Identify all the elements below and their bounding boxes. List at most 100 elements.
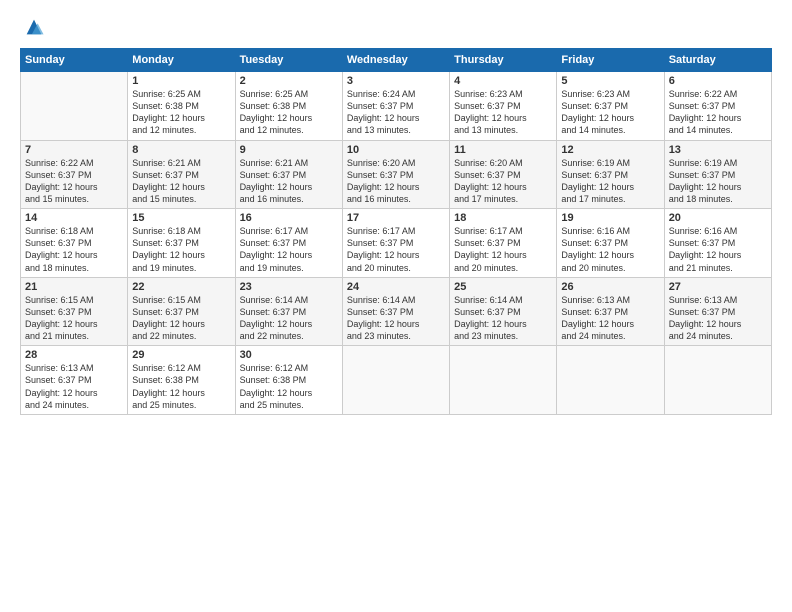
calendar-cell: 29Sunrise: 6:12 AM Sunset: 6:38 PM Dayli… (128, 346, 235, 415)
day-info: Sunrise: 6:16 AM Sunset: 6:37 PM Dayligh… (669, 225, 767, 274)
day-info: Sunrise: 6:25 AM Sunset: 6:38 PM Dayligh… (240, 88, 338, 137)
day-number: 1 (132, 75, 230, 87)
calendar-cell: 28Sunrise: 6:13 AM Sunset: 6:37 PM Dayli… (21, 346, 128, 415)
calendar-cell (21, 72, 128, 141)
day-info: Sunrise: 6:17 AM Sunset: 6:37 PM Dayligh… (347, 225, 445, 274)
day-info: Sunrise: 6:13 AM Sunset: 6:37 PM Dayligh… (25, 362, 123, 411)
calendar-cell: 30Sunrise: 6:12 AM Sunset: 6:38 PM Dayli… (235, 346, 342, 415)
calendar-cell: 19Sunrise: 6:16 AM Sunset: 6:37 PM Dayli… (557, 209, 664, 278)
day-info: Sunrise: 6:23 AM Sunset: 6:37 PM Dayligh… (454, 88, 552, 137)
day-number: 16 (240, 212, 338, 224)
calendar-cell: 20Sunrise: 6:16 AM Sunset: 6:37 PM Dayli… (664, 209, 771, 278)
calendar-cell (342, 346, 449, 415)
day-info: Sunrise: 6:19 AM Sunset: 6:37 PM Dayligh… (669, 157, 767, 206)
day-number: 12 (561, 144, 659, 156)
day-info: Sunrise: 6:20 AM Sunset: 6:37 PM Dayligh… (454, 157, 552, 206)
calendar-cell: 25Sunrise: 6:14 AM Sunset: 6:37 PM Dayli… (450, 277, 557, 346)
day-number: 3 (347, 75, 445, 87)
calendar-cell: 17Sunrise: 6:17 AM Sunset: 6:37 PM Dayli… (342, 209, 449, 278)
logo (20, 18, 45, 38)
calendar: SundayMondayTuesdayWednesdayThursdayFrid… (20, 48, 772, 415)
day-info: Sunrise: 6:14 AM Sunset: 6:37 PM Dayligh… (347, 294, 445, 343)
day-number: 27 (669, 281, 767, 293)
calendar-cell: 5Sunrise: 6:23 AM Sunset: 6:37 PM Daylig… (557, 72, 664, 141)
day-info: Sunrise: 6:19 AM Sunset: 6:37 PM Dayligh… (561, 157, 659, 206)
day-info: Sunrise: 6:23 AM Sunset: 6:37 PM Dayligh… (561, 88, 659, 137)
calendar-cell: 11Sunrise: 6:20 AM Sunset: 6:37 PM Dayli… (450, 140, 557, 209)
calendar-cell: 21Sunrise: 6:15 AM Sunset: 6:37 PM Dayli… (21, 277, 128, 346)
calendar-cell: 24Sunrise: 6:14 AM Sunset: 6:37 PM Dayli… (342, 277, 449, 346)
day-number: 8 (132, 144, 230, 156)
day-number: 26 (561, 281, 659, 293)
day-number: 30 (240, 349, 338, 361)
calendar-cell (557, 346, 664, 415)
day-info: Sunrise: 6:25 AM Sunset: 6:38 PM Dayligh… (132, 88, 230, 137)
day-info: Sunrise: 6:21 AM Sunset: 6:37 PM Dayligh… (132, 157, 230, 206)
calendar-week-row: 7Sunrise: 6:22 AM Sunset: 6:37 PM Daylig… (21, 140, 772, 209)
weekday-header: Thursday (450, 49, 557, 72)
day-info: Sunrise: 6:16 AM Sunset: 6:37 PM Dayligh… (561, 225, 659, 274)
weekday-header: Saturday (664, 49, 771, 72)
weekday-header: Sunday (21, 49, 128, 72)
calendar-cell: 12Sunrise: 6:19 AM Sunset: 6:37 PM Dayli… (557, 140, 664, 209)
calendar-week-row: 28Sunrise: 6:13 AM Sunset: 6:37 PM Dayli… (21, 346, 772, 415)
day-number: 11 (454, 144, 552, 156)
day-info: Sunrise: 6:14 AM Sunset: 6:37 PM Dayligh… (240, 294, 338, 343)
calendar-cell: 8Sunrise: 6:21 AM Sunset: 6:37 PM Daylig… (128, 140, 235, 209)
calendar-cell: 23Sunrise: 6:14 AM Sunset: 6:37 PM Dayli… (235, 277, 342, 346)
calendar-header: SundayMondayTuesdayWednesdayThursdayFrid… (21, 49, 772, 72)
weekday-header: Friday (557, 49, 664, 72)
calendar-cell: 26Sunrise: 6:13 AM Sunset: 6:37 PM Dayli… (557, 277, 664, 346)
day-info: Sunrise: 6:24 AM Sunset: 6:37 PM Dayligh… (347, 88, 445, 137)
day-number: 7 (25, 144, 123, 156)
day-info: Sunrise: 6:15 AM Sunset: 6:37 PM Dayligh… (25, 294, 123, 343)
calendar-cell: 6Sunrise: 6:22 AM Sunset: 6:37 PM Daylig… (664, 72, 771, 141)
day-info: Sunrise: 6:12 AM Sunset: 6:38 PM Dayligh… (240, 362, 338, 411)
calendar-cell: 22Sunrise: 6:15 AM Sunset: 6:37 PM Dayli… (128, 277, 235, 346)
day-number: 21 (25, 281, 123, 293)
day-info: Sunrise: 6:18 AM Sunset: 6:37 PM Dayligh… (25, 225, 123, 274)
day-number: 14 (25, 212, 123, 224)
calendar-cell: 16Sunrise: 6:17 AM Sunset: 6:37 PM Dayli… (235, 209, 342, 278)
day-info: Sunrise: 6:21 AM Sunset: 6:37 PM Dayligh… (240, 157, 338, 206)
day-number: 10 (347, 144, 445, 156)
day-number: 24 (347, 281, 445, 293)
day-number: 22 (132, 281, 230, 293)
day-number: 28 (25, 349, 123, 361)
calendar-cell: 15Sunrise: 6:18 AM Sunset: 6:37 PM Dayli… (128, 209, 235, 278)
day-info: Sunrise: 6:18 AM Sunset: 6:37 PM Dayligh… (132, 225, 230, 274)
weekday-header: Tuesday (235, 49, 342, 72)
calendar-cell: 2Sunrise: 6:25 AM Sunset: 6:38 PM Daylig… (235, 72, 342, 141)
day-number: 25 (454, 281, 552, 293)
calendar-week-row: 1Sunrise: 6:25 AM Sunset: 6:38 PM Daylig… (21, 72, 772, 141)
calendar-cell: 7Sunrise: 6:22 AM Sunset: 6:37 PM Daylig… (21, 140, 128, 209)
day-info: Sunrise: 6:22 AM Sunset: 6:37 PM Dayligh… (669, 88, 767, 137)
calendar-cell: 10Sunrise: 6:20 AM Sunset: 6:37 PM Dayli… (342, 140, 449, 209)
calendar-body: 1Sunrise: 6:25 AM Sunset: 6:38 PM Daylig… (21, 72, 772, 415)
day-number: 2 (240, 75, 338, 87)
calendar-cell (664, 346, 771, 415)
calendar-cell: 13Sunrise: 6:19 AM Sunset: 6:37 PM Dayli… (664, 140, 771, 209)
calendar-cell: 18Sunrise: 6:17 AM Sunset: 6:37 PM Dayli… (450, 209, 557, 278)
day-info: Sunrise: 6:13 AM Sunset: 6:37 PM Dayligh… (561, 294, 659, 343)
day-info: Sunrise: 6:22 AM Sunset: 6:37 PM Dayligh… (25, 157, 123, 206)
page-header (20, 18, 772, 38)
day-info: Sunrise: 6:17 AM Sunset: 6:37 PM Dayligh… (454, 225, 552, 274)
calendar-cell: 27Sunrise: 6:13 AM Sunset: 6:37 PM Dayli… (664, 277, 771, 346)
calendar-week-row: 14Sunrise: 6:18 AM Sunset: 6:37 PM Dayli… (21, 209, 772, 278)
day-number: 9 (240, 144, 338, 156)
weekday-row: SundayMondayTuesdayWednesdayThursdayFrid… (21, 49, 772, 72)
day-number: 19 (561, 212, 659, 224)
day-number: 20 (669, 212, 767, 224)
calendar-cell (450, 346, 557, 415)
day-number: 23 (240, 281, 338, 293)
day-number: 4 (454, 75, 552, 87)
day-number: 18 (454, 212, 552, 224)
day-info: Sunrise: 6:13 AM Sunset: 6:37 PM Dayligh… (669, 294, 767, 343)
day-number: 5 (561, 75, 659, 87)
calendar-cell: 1Sunrise: 6:25 AM Sunset: 6:38 PM Daylig… (128, 72, 235, 141)
weekday-header: Monday (128, 49, 235, 72)
day-number: 17 (347, 212, 445, 224)
calendar-cell: 9Sunrise: 6:21 AM Sunset: 6:37 PM Daylig… (235, 140, 342, 209)
day-info: Sunrise: 6:20 AM Sunset: 6:37 PM Dayligh… (347, 157, 445, 206)
